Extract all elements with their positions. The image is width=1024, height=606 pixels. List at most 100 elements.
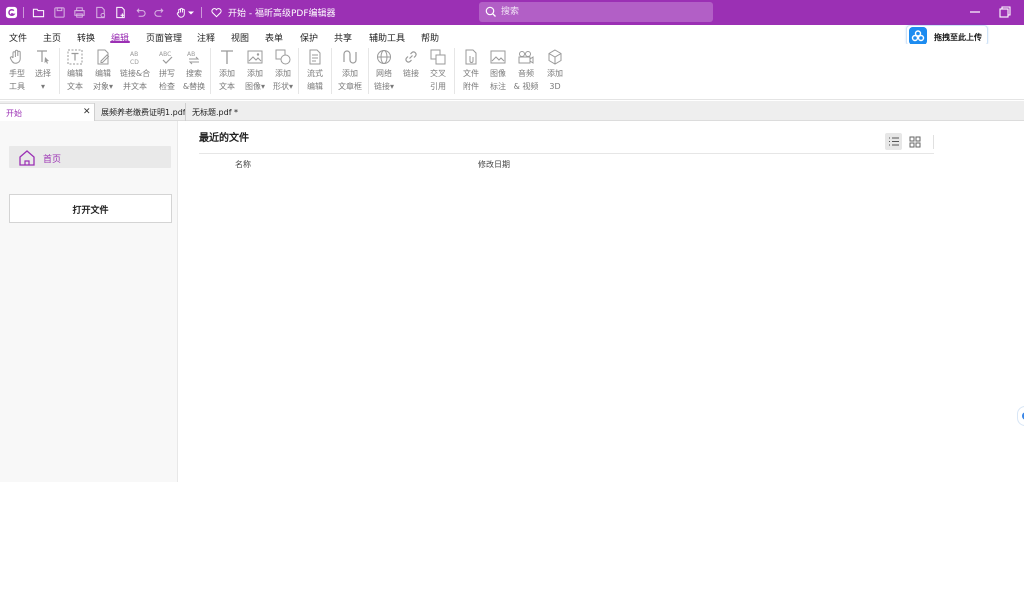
edit-text-button[interactable]: 编辑 文本 (60, 48, 90, 100)
cross-reference-button[interactable]: 交叉 引用 (423, 48, 453, 100)
grid-view-icon (909, 136, 921, 148)
close-icon[interactable]: ✕ (83, 107, 91, 117)
audio-video-button[interactable]: 音频 & 视频 (511, 48, 541, 100)
menu-comment[interactable]: 注释 (197, 31, 215, 44)
open-folder-icon[interactable] (30, 4, 46, 20)
reflow-edit-icon (309, 49, 321, 65)
tab-document-1[interactable]: 展频养老缴费证明1.pdf (94, 103, 186, 121)
search-replace-icon: AB (187, 51, 200, 65)
menu-help[interactable]: 帮助 (421, 31, 439, 44)
ribbon-separator (331, 48, 332, 94)
add-3d-button[interactable]: 添加 3D (540, 48, 570, 100)
add-text-icon (221, 50, 233, 64)
upload-drop-button[interactable]: 拖拽至此上传 (906, 25, 988, 46)
svg-text:AB: AB (187, 51, 195, 58)
link-icon (405, 51, 417, 63)
minimize-icon[interactable] (968, 5, 982, 19)
redo-icon[interactable] (151, 4, 167, 20)
add-image-icon (247, 50, 263, 64)
menu-protect[interactable]: 保护 (300, 31, 318, 44)
title-bar: 开始 - 福昕高级PDF编辑器 (0, 0, 1024, 25)
image-annotation-button[interactable]: 图像 标注 (483, 48, 513, 100)
web-link-button[interactable]: 网络 链接▾ (369, 48, 399, 100)
tab-label: 无标题.pdf * (192, 108, 239, 117)
search-replace-button[interactable]: AB 搜索 &替换 (179, 48, 209, 100)
separator (201, 7, 202, 18)
select-text-icon (37, 50, 49, 64)
ribbon-toolbar: 手型 工具 选择 ▾ 编辑 文本 编辑 对象▾ AB CD 链接&合 并文本 AB… (0, 44, 1024, 100)
home-nav-button[interactable]: 首页 (9, 146, 171, 168)
file-attachment-button[interactable]: 文件 附件 (456, 48, 486, 100)
heart-icon[interactable] (208, 4, 224, 20)
app-logo-icon[interactable] (3, 4, 19, 20)
menu-file[interactable]: 文件 (9, 31, 27, 44)
audio-video-icon (518, 51, 534, 64)
tab-label: 展频养老缴费证明1.pdf (101, 108, 186, 117)
article-box-icon (343, 50, 357, 64)
cloud-upload-icon (909, 27, 927, 45)
active-tab-indicator (110, 41, 130, 43)
svg-text:CD: CD (130, 59, 139, 66)
floating-assistant-icon[interactable] (1017, 406, 1024, 426)
add-text-button[interactable]: 添加 文本 (212, 48, 242, 100)
grid-view-button[interactable] (906, 133, 923, 150)
new-file-icon[interactable] (112, 4, 128, 20)
separator (23, 7, 24, 18)
chevron-down-icon[interactable] (186, 4, 196, 20)
column-header-name[interactable]: 名称 (235, 159, 251, 170)
print-icon[interactable] (71, 4, 87, 20)
recent-files-panel: 最近的文件 名称 修改日期 (179, 121, 1024, 482)
undo-icon[interactable] (132, 4, 148, 20)
add-shape-button[interactable]: 添加 形状▾ (268, 48, 298, 100)
select-tool-button[interactable]: 选择 ▾ (28, 48, 58, 100)
menu-accessibility[interactable]: 辅助工具 (369, 31, 405, 44)
list-view-button[interactable] (885, 133, 902, 150)
ribbon-separator (210, 48, 211, 94)
link-merge-text-button[interactable]: AB CD 链接&合 并文本 (118, 48, 152, 100)
menu-form[interactable]: 表单 (265, 31, 283, 44)
tab-label: 开始 (6, 109, 22, 118)
cross-reference-icon (430, 49, 446, 65)
add-image-button[interactable]: 添加 图像▾ (240, 48, 270, 100)
search-icon (485, 6, 496, 17)
reflow-edit-button[interactable]: 流式 编辑 (300, 48, 330, 100)
svg-text:AB: AB (130, 51, 138, 58)
document-tab-bar: 开始 ✕ 展频养老缴费证明1.pdf 无标题.pdf * (0, 101, 1024, 121)
search-input[interactable] (501, 5, 701, 19)
menu-bar: 文件 主页 转换 编辑 页面管理 注释 视图 表单 保护 共享 辅助工具 帮助 (0, 25, 1024, 44)
menu-convert[interactable]: 转换 (77, 31, 95, 44)
spell-check-icon: ABC (159, 51, 173, 64)
menu-view[interactable]: 视图 (231, 31, 249, 44)
menu-home[interactable]: 主页 (43, 31, 61, 44)
svg-text:ABC: ABC (159, 51, 171, 58)
recent-files-title: 最近的文件 (199, 133, 249, 144)
divider (933, 135, 934, 149)
tab-document-2[interactable]: 无标题.pdf * (185, 103, 255, 121)
add-article-box-button[interactable]: 添加 文章框 (334, 48, 366, 100)
window-title: 开始 - 福昕高级PDF编辑器 (228, 9, 336, 19)
file-attachment-icon (465, 49, 477, 65)
image-annotation-icon (490, 50, 506, 64)
edit-text-icon (67, 49, 83, 65)
add-shape-icon (275, 49, 291, 65)
search-box[interactable] (479, 2, 713, 22)
save-icon[interactable] (51, 4, 67, 20)
open-file-label: 打开文件 (72, 206, 109, 216)
home-icon (19, 150, 35, 166)
edit-object-icon (97, 49, 110, 65)
restore-icon[interactable] (998, 5, 1012, 19)
link-button[interactable]: 链接 (396, 48, 426, 100)
convert-file-icon[interactable] (92, 4, 108, 20)
tab-start[interactable]: 开始 ✕ (0, 103, 94, 121)
link-merge-icon: ABCD (130, 51, 139, 66)
column-header-modified-date[interactable]: 修改日期 (478, 159, 510, 170)
home-label: 首页 (43, 155, 62, 165)
edit-object-button[interactable]: 编辑 对象▾ (88, 48, 118, 100)
menu-page-manage[interactable]: 页面管理 (146, 31, 182, 44)
menu-share[interactable]: 共享 (334, 31, 352, 44)
cube-3d-icon (548, 49, 562, 65)
upload-label: 拖拽至此上传 (934, 33, 982, 42)
hand-icon (9, 49, 21, 64)
open-file-button[interactable]: 打开文件 (9, 194, 172, 223)
spell-check-button[interactable]: ABC 拼写 检查 (152, 48, 182, 100)
